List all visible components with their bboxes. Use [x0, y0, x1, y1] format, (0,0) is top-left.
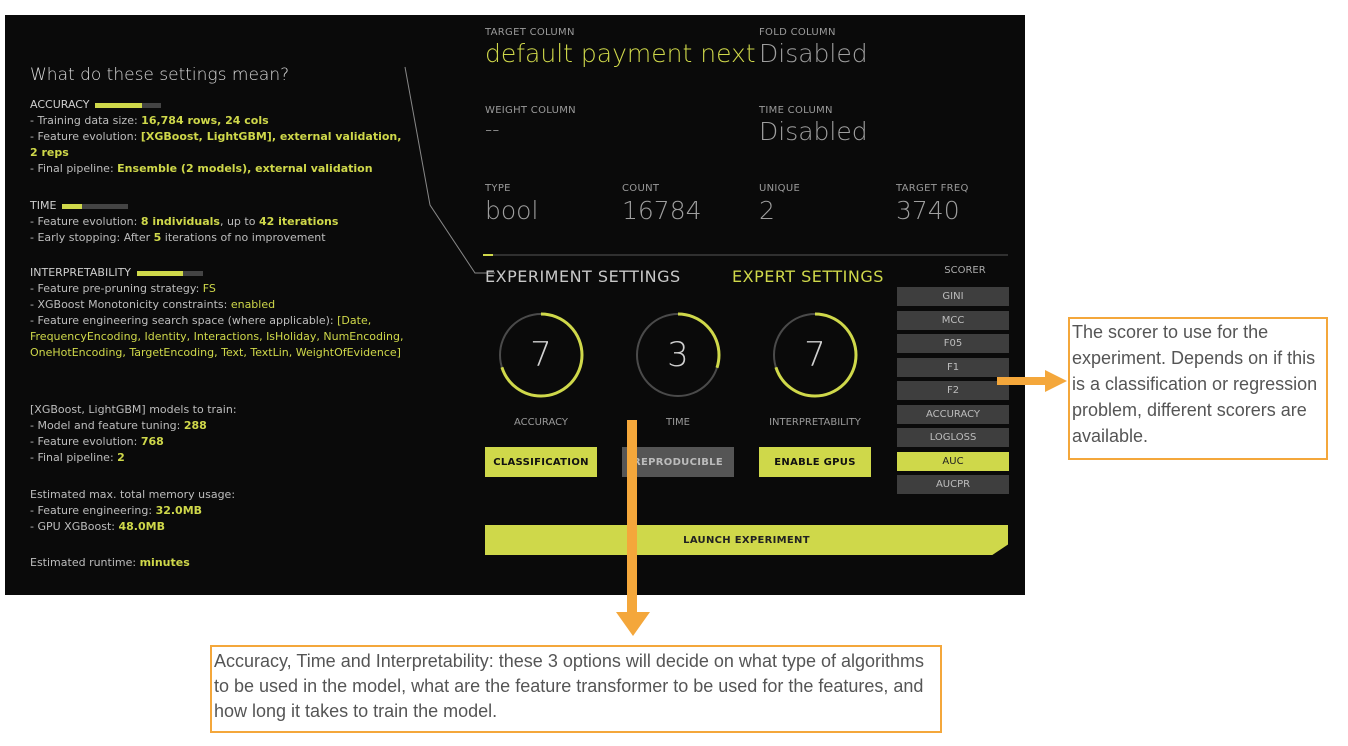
target-column-value[interactable]: default payment next	[485, 39, 756, 68]
accuracy-dial-label: ACCURACY	[513, 417, 569, 428]
weight-column-value[interactable]: --	[485, 117, 499, 141]
time-level-bar	[62, 203, 129, 209]
time-column-label: TIME COLUMN	[759, 105, 833, 116]
dials-arrow-icon	[616, 420, 650, 636]
target-freq-value: 3740	[896, 196, 960, 225]
enable-gpus-button[interactable]: ENABLE GPUS	[759, 447, 871, 477]
unique-label: UNIQUE	[759, 183, 801, 194]
scorer-callout: The scorer to use for the experiment. De…	[1068, 317, 1328, 460]
accuracy-help: ACCURACY - Training data size: 16,784 ro…	[30, 97, 410, 177]
scorer-option-f1[interactable]: F1	[897, 357, 1009, 377]
interpretability-help-label: INTERPRETABILITY	[30, 266, 132, 279]
type-label: TYPE	[485, 183, 511, 194]
scorer-option-auc[interactable]: AUC	[897, 451, 1009, 471]
target-column-label: TARGET COLUMN	[485, 27, 575, 38]
accuracy-dial-value: 7	[530, 335, 552, 375]
type-value: bool	[485, 196, 539, 225]
memory-help-header: Estimated max. total memory usage:	[30, 488, 236, 501]
interpretability-help-header: INTERPRETABILITY	[30, 265, 410, 281]
models-help: [XGBoost, LightGBM] models to train: - M…	[30, 402, 410, 466]
interpretability-level-bar	[137, 270, 204, 276]
driverless-ai-panel: What do these settings mean? ACCURACY - …	[5, 15, 1025, 595]
interpretability-dial-value: 7	[804, 335, 826, 375]
scorer-option-mcc[interactable]: MCC	[897, 310, 1009, 330]
experiment-settings-title: EXPERIMENT SETTINGS	[485, 267, 681, 286]
time-help-header: TIME	[30, 198, 410, 214]
memory-line-1: - Feature engineering: 32.0MB	[30, 504, 203, 517]
time-help-label: TIME	[30, 199, 57, 212]
scorer-option-aucpr[interactable]: AUCPR	[897, 475, 1009, 494]
unique-value: 2	[759, 196, 775, 225]
accuracy-help-header: ACCURACY	[30, 97, 410, 113]
accuracy-help-label: ACCURACY	[30, 98, 90, 111]
weight-column-label: WEIGHT COLUMN	[485, 105, 576, 116]
accuracy-line-2: - Feature evolution: [XGBoost, LightGBM]…	[30, 130, 402, 159]
interp-line-3: - Feature engineering search space (wher…	[30, 314, 404, 359]
accuracy-level-bar	[95, 102, 162, 108]
dials-callout: Accuracy, Time and Interpretability: the…	[210, 645, 942, 733]
expert-settings-button[interactable]: EXPERT SETTINGS	[732, 267, 884, 286]
time-dial-value: 3	[667, 335, 689, 375]
models-line-3: - Final pipeline: 2	[30, 451, 125, 464]
scorer-option-accuracy[interactable]: ACCURACY	[897, 404, 1009, 424]
memory-line-2: - GPU XGBoost: 48.0MB	[30, 520, 165, 533]
time-column-value[interactable]: Disabled	[759, 117, 868, 146]
classification-button[interactable]: CLASSIFICATION	[485, 447, 597, 477]
count-value: 16784	[622, 196, 702, 225]
accuracy-dial[interactable]: 7	[497, 311, 585, 399]
interpretability-help: INTERPRETABILITY - Feature pre-pruning s…	[30, 265, 410, 361]
models-line-1: - Model and feature tuning: 288	[30, 419, 207, 432]
target-freq-label: TARGET FREQ	[896, 183, 969, 194]
scorer-option-f05[interactable]: F05	[897, 334, 1009, 353]
fold-column-value[interactable]: Disabled	[759, 39, 868, 68]
help-title: What do these settings mean?	[30, 65, 290, 85]
accuracy-line-3: - Final pipeline: Ensemble (2 models), e…	[30, 162, 373, 175]
fold-column-label: FOLD COLUMN	[759, 27, 836, 38]
interp-line-1: - Feature pre-pruning strategy: FS	[30, 282, 216, 295]
models-line-2: - Feature evolution: 768	[30, 435, 164, 448]
interpretability-dial-label: INTERPRETABILITY	[769, 417, 861, 428]
interpretability-dial[interactable]: 7	[771, 311, 859, 399]
scorer-label: SCORER	[944, 265, 986, 276]
accuracy-line-1: - Training data size: 16,784 rows, 24 co…	[30, 114, 269, 127]
scorer-option-logloss[interactable]: LOGLOSS	[897, 428, 1009, 447]
time-line-2: - Early stopping: After 5 iterations of …	[30, 231, 326, 244]
scorer-option-gini[interactable]: GINI	[897, 287, 1009, 306]
scorer-arrow-icon	[997, 370, 1067, 392]
runtime-help: Estimated runtime: minutes	[30, 556, 190, 569]
models-help-header: [XGBoost, LightGBM] models to train:	[30, 403, 237, 416]
time-dial[interactable]: 3	[634, 311, 722, 399]
launch-experiment-button[interactable]: LAUNCH EXPERIMENT	[485, 525, 1008, 555]
count-label: COUNT	[622, 183, 660, 194]
interp-line-2: - XGBoost Monotonicity constraints: enab…	[30, 298, 276, 311]
time-help: TIME - Feature evolution: 8 individuals,…	[30, 198, 410, 246]
time-line-1: - Feature evolution: 8 individuals, up t…	[30, 215, 339, 228]
scorer-option-f2[interactable]: F2	[897, 381, 1009, 400]
memory-help: Estimated max. total memory usage: - Fea…	[30, 487, 410, 535]
